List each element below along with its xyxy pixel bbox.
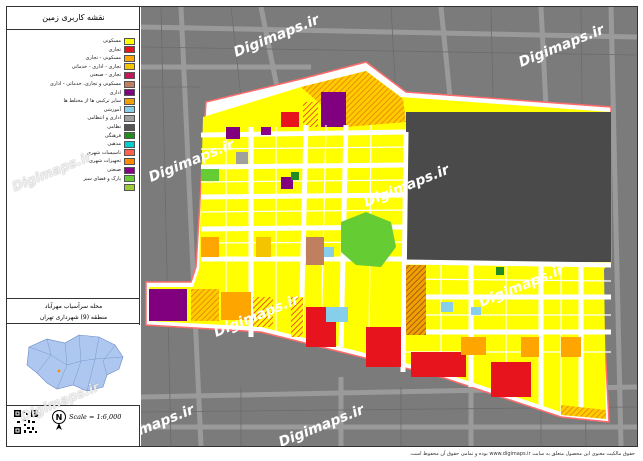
copyright-footer: حقوق مالکیت معنوی این محصول متعلق به سای…: [409, 451, 635, 457]
legend-label: نظامی: [107, 124, 121, 130]
legend-item: اداری: [110, 89, 135, 97]
legend-swatch: [124, 123, 135, 131]
legend-item: تجاری: [109, 46, 135, 54]
district-name: منطقه (9) شهرداری تهران: [39, 314, 108, 321]
legend-item: فرهنگی: [105, 132, 135, 140]
legend-item: سایر ترکیبی ها از مختلط ها: [64, 97, 135, 105]
legend-label: مسکونی: [102, 38, 121, 44]
legend-item: اداری و انتظامی: [87, 114, 135, 122]
legend-swatch: [124, 63, 135, 71]
land-use-map: Digimaps.ir Digimaps.ir Digimaps.ir Digi…: [141, 7, 637, 446]
legend-item: مسکونی: [103, 37, 135, 45]
legend-label: سایر ترکیبی ها از مختلط ها: [63, 98, 121, 105]
legend-label: مسکونی و تجاری، خدماتی - اداری: [49, 81, 121, 87]
legend-item: صنعتی: [107, 166, 135, 174]
legend-swatch: [124, 157, 135, 165]
legend-swatch: [124, 71, 135, 79]
legend-label: صنعتی: [107, 167, 121, 173]
legend-item: تجاری - اداری - خدماتی: [72, 63, 135, 71]
legend-swatch: [124, 46, 135, 54]
legend-title: نقشه کاربری زمین: [7, 7, 140, 30]
legend-label: اداری و انتظامی: [87, 115, 121, 122]
legend-swatch: [124, 175, 135, 183]
legend-label: پارک و فضای سبز: [83, 175, 121, 182]
legend-panel: نقشه کاربری زمین مسکونی تجاری مسکونی - تجا…: [7, 7, 140, 446]
legend-item: پارک و فضای سبز: [83, 175, 135, 183]
legend-label: آموزشی: [103, 106, 121, 113]
map-canvas[interactable]: Digimaps.ir Digimaps.ir Digimaps.ir Digi…: [141, 7, 637, 446]
legend-label: مسکونی - تجاری: [85, 55, 122, 62]
legend-swatch: [124, 89, 135, 97]
legend-label: مذهبی: [107, 141, 121, 148]
legend-label: تجاری - صنعتی: [89, 72, 121, 79]
neighborhood-name: محله سرآسیاب مهرآباد: [44, 303, 103, 310]
legend-label: تاسیسات شهری: [86, 149, 121, 156]
legend-label: تجاری - اداری - خدماتی: [71, 63, 121, 70]
legend-swatch: [124, 140, 135, 148]
legend-label: فرهنگی: [104, 132, 121, 139]
location-marker: [57, 369, 61, 373]
legend-item: [121, 183, 135, 191]
legend-item: مسکونی - تجاری: [85, 54, 135, 62]
legend-item: نظامی: [107, 123, 135, 131]
legend-swatch: [124, 54, 135, 62]
location-title: محله سرآسیاب مهرآباد منطقه (9) شهرداری ت…: [7, 298, 140, 324]
legend-label: اداری: [109, 89, 121, 96]
legend-swatch: [124, 80, 135, 88]
legend-item: تجهیزات شهری: [89, 157, 135, 165]
legend-item: تاسیسات شهری: [87, 149, 135, 157]
legend-item: مذهبی: [107, 140, 135, 148]
legend-swatch: [124, 166, 135, 174]
svg-text:N: N: [56, 413, 63, 422]
legend-swatch: [124, 132, 135, 140]
legend-item: آموزشی: [104, 106, 135, 114]
legend-item: مسکونی و تجاری، خدماتی - اداری: [50, 80, 135, 88]
legend-label: تجاری: [108, 46, 121, 53]
legend-swatch: [124, 149, 135, 157]
legend-swatch: [124, 37, 135, 45]
legend-swatch: [124, 183, 135, 191]
scale-text: Scale = 1:6,000: [69, 413, 122, 421]
legend-item: تجاری - صنعتی: [90, 71, 135, 79]
legend-swatch: [124, 114, 135, 122]
legend-swatch: [124, 97, 135, 105]
legend-swatch: [124, 106, 135, 114]
